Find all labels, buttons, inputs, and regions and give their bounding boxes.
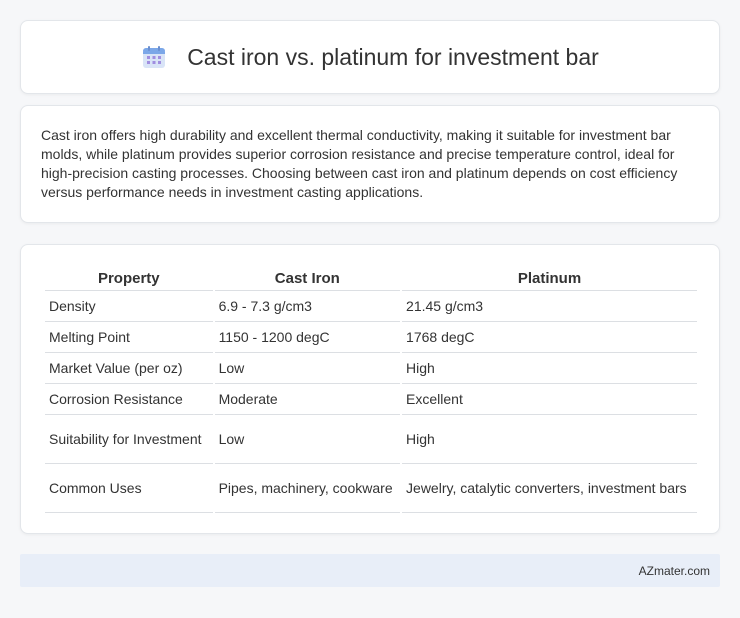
table-row: Common Uses Pipes, machinery, cookware J… bbox=[45, 464, 697, 513]
table-cell: Pipes, machinery, cookware bbox=[214, 464, 401, 513]
page-title: Cast iron vs. platinum for investment ba… bbox=[187, 43, 599, 70]
table-cell: Density bbox=[45, 291, 213, 322]
comparison-table: Property Cast Iron Platinum Density 6.9 … bbox=[43, 267, 699, 513]
calendar-icon bbox=[141, 44, 167, 70]
table-cell: Low bbox=[214, 415, 401, 464]
column-header-platinum: Platinum bbox=[402, 267, 697, 291]
table-cell: Suitability for Investment bbox=[45, 415, 213, 464]
table-cell: Excellent bbox=[402, 384, 697, 415]
table-cell: Moderate bbox=[214, 384, 401, 415]
title-card: Cast iron vs. platinum for investment ba… bbox=[20, 20, 720, 94]
table-cell: High bbox=[402, 353, 697, 384]
table-row: Corrosion Resistance Moderate Excellent bbox=[45, 384, 697, 415]
table-cell: Corrosion Resistance bbox=[45, 384, 213, 415]
table-row: Market Value (per oz) Low High bbox=[45, 353, 697, 384]
table-cell: 1150 - 1200 degC bbox=[214, 322, 401, 353]
table-header-row: Property Cast Iron Platinum bbox=[45, 267, 697, 291]
table-cell: Low bbox=[214, 353, 401, 384]
table-cell: Melting Point bbox=[45, 322, 213, 353]
table-row: Density 6.9 - 7.3 g/cm3 21.45 g/cm3 bbox=[45, 291, 697, 322]
column-header-cast-iron: Cast Iron bbox=[214, 267, 401, 291]
table-row: Suitability for Investment Low High bbox=[45, 415, 697, 464]
table-row: Melting Point 1150 - 1200 degC 1768 degC bbox=[45, 322, 697, 353]
table-cell: 6.9 - 7.3 g/cm3 bbox=[214, 291, 401, 322]
table-cell: 21.45 g/cm3 bbox=[402, 291, 697, 322]
table-cell: Market Value (per oz) bbox=[45, 353, 213, 384]
comparison-card: Property Cast Iron Platinum Density 6.9 … bbox=[20, 244, 720, 534]
table-cell: 1768 degC bbox=[402, 322, 697, 353]
footer: AZmater.com bbox=[20, 554, 720, 587]
intro-paragraph: Cast iron offers high durability and exc… bbox=[41, 127, 678, 200]
footer-site-link[interactable]: AZmater.com bbox=[639, 564, 710, 578]
column-header-property: Property bbox=[45, 267, 213, 291]
intro-card: Cast iron offers high durability and exc… bbox=[20, 105, 720, 223]
table-cell: Jewelry, catalytic converters, investmen… bbox=[402, 464, 697, 513]
table-cell: Common Uses bbox=[45, 464, 213, 513]
table-cell: High bbox=[402, 415, 697, 464]
